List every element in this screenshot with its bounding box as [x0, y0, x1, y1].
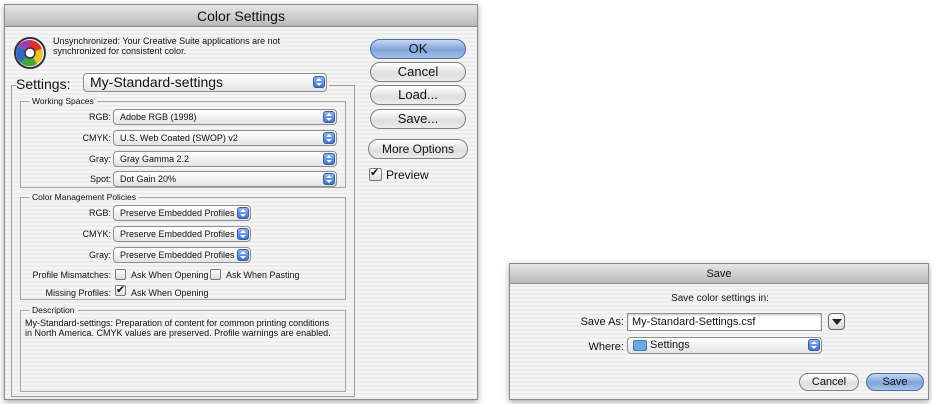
settings-popup[interactable]: My-Standard-settings: [83, 73, 327, 92]
ws-gray-popup[interactable]: Gray Gamma 2.2: [113, 151, 337, 167]
policy-cmyk-value: Preserve Embedded Profiles: [120, 229, 235, 239]
where-popup[interactable]: Settings: [627, 337, 822, 354]
mismatch-ask-opening-checkbox[interactable]: [115, 269, 126, 280]
policy-gray-label: Gray:: [88, 250, 111, 260]
color-settings-titlebar: Color Settings: [5, 5, 477, 27]
sync-warning-text: Unsynchronized: Your Creative Suite appl…: [53, 36, 281, 56]
profile-mismatches-label: Profile Mismatches:: [32, 270, 111, 280]
policy-cmyk-popup[interactable]: Preserve Embedded Profiles: [113, 226, 251, 242]
ws-spot-label: Spot:: [89, 174, 111, 184]
preview-label: Preview: [386, 168, 429, 182]
popup-arrows-icon: [237, 207, 249, 219]
popup-arrows-icon: [237, 228, 249, 240]
expand-disclosure-button[interactable]: [828, 313, 845, 330]
popup-arrows-icon: [808, 339, 820, 351]
cancel-button[interactable]: Cancel: [370, 62, 466, 82]
mismatch-ask-pasting-label: Ask When Pasting: [226, 270, 300, 280]
where-popup-value: Settings: [650, 339, 690, 351]
ws-gray-label: Gray:: [88, 154, 111, 164]
save-dialog-window: Save Save color settings in: Save As: My…: [509, 263, 929, 400]
policy-gray-popup[interactable]: Preserve Embedded Profiles: [113, 247, 251, 263]
creative-suite-sync-icon: [14, 37, 46, 69]
ws-cmyk-popup[interactable]: U.S. Web Coated (SWOP) v2: [113, 130, 337, 146]
more-options-button[interactable]: More Options: [368, 139, 468, 159]
ws-spot-value: Dot Gain 20%: [120, 174, 177, 184]
ws-cmyk-label: CMYK:: [82, 133, 111, 143]
save-as-label: Save As:: [580, 316, 624, 328]
where-label: Where:: [588, 341, 624, 353]
save-dialog-save-button[interactable]: Save: [866, 373, 924, 391]
filename-input[interactable]: My-Standard-Settings.csf: [627, 313, 822, 331]
mismatch-ask-opening-label: Ask When Opening: [131, 270, 209, 280]
save-button[interactable]: Save...: [370, 109, 466, 129]
ws-spot-popup[interactable]: Dot Gain 20%: [113, 171, 337, 187]
save-dialog-cancel-button[interactable]: Cancel: [799, 373, 859, 391]
policy-cmyk-label: CMYK:: [82, 229, 111, 239]
missing-profiles-label: Missing Profiles:: [45, 288, 111, 298]
ws-rgb-label: RGB:: [88, 112, 111, 122]
settings-frame-top-left: [11, 85, 16, 86]
load-button[interactable]: Load...: [370, 85, 466, 105]
ws-gray-value: Gray Gamma 2.2: [120, 154, 190, 164]
save-location-prompt: Save color settings in:: [671, 293, 769, 304]
policy-rgb-label: RGB:: [88, 208, 111, 218]
ws-rgb-popup[interactable]: Adobe RGB (1998): [113, 109, 337, 125]
policies-title: Color Management Policies: [29, 192, 139, 202]
popup-arrows-icon: [323, 173, 335, 185]
settings-popup-value: My-Standard-settings: [90, 74, 224, 90]
popup-arrows-icon: [323, 132, 335, 144]
settings-label: Settings:: [16, 76, 71, 92]
triangle-down-icon: [832, 319, 842, 325]
ws-cmyk-value: U.S. Web Coated (SWOP) v2: [120, 133, 238, 143]
save-dialog-title: Save: [706, 268, 732, 280]
missing-ask-opening-label: Ask When Opening: [131, 288, 209, 298]
ok-button[interactable]: OK: [370, 39, 466, 59]
popup-arrows-icon: [323, 153, 335, 165]
folder-icon: [633, 340, 647, 351]
preview-checkbox[interactable]: [369, 166, 382, 181]
working-spaces-title: Working Spaces: [29, 96, 97, 106]
save-dialog-titlebar: Save: [510, 264, 928, 284]
mismatch-ask-pasting-checkbox[interactable]: [210, 269, 221, 280]
popup-arrows-icon: [323, 111, 335, 123]
popup-arrows-icon: [237, 249, 249, 261]
description-text: My-Standard-settings: Preparation of con…: [25, 318, 331, 338]
policy-rgb-value: Preserve Embedded Profiles: [120, 208, 235, 218]
window-title: Color Settings: [197, 8, 285, 24]
description-title: Description: [29, 305, 78, 315]
popup-arrows-icon: [313, 76, 325, 88]
ws-rgb-value: Adobe RGB (1998): [120, 112, 197, 122]
color-settings-window: Color Settings Unsynchronized: Your Crea…: [4, 4, 478, 400]
policy-rgb-popup[interactable]: Preserve Embedded Profiles: [113, 205, 251, 221]
settings-frame-top-right: [329, 85, 355, 86]
policy-gray-value: Preserve Embedded Profiles: [120, 250, 235, 260]
missing-ask-opening-checkbox[interactable]: [115, 283, 126, 296]
